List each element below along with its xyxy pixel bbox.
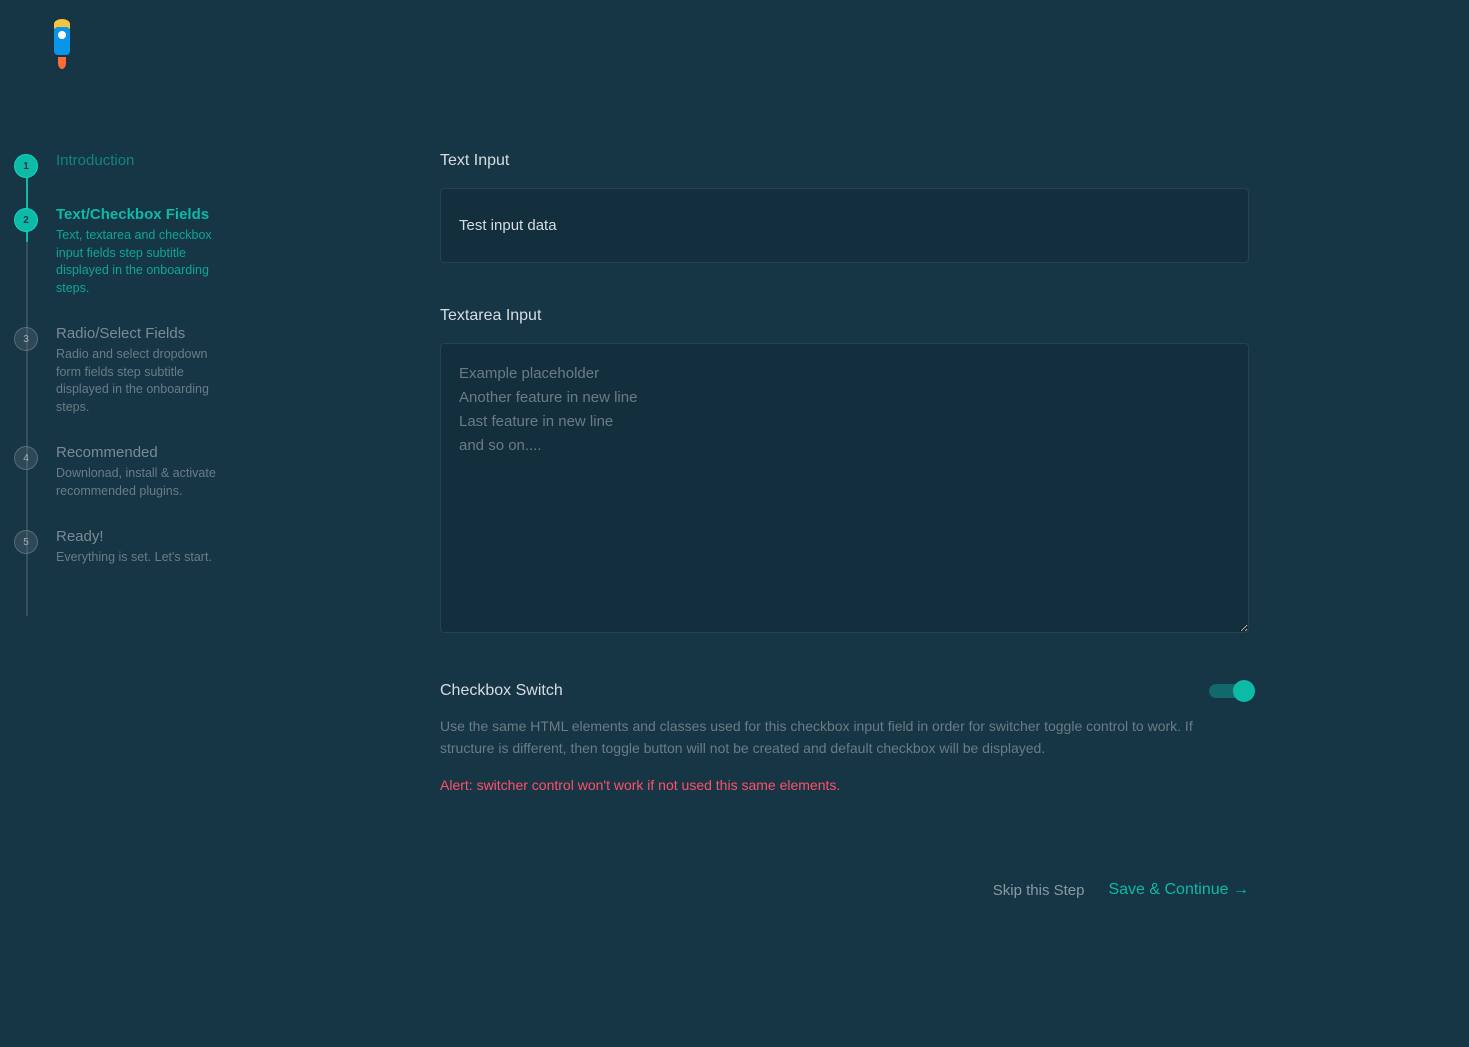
form-footer: Skip this Step Save & Continue →	[440, 881, 1249, 899]
onboarding-steps-sidebar: 1 Introduction 2 Text/Checkbox Fields Te…	[0, 152, 240, 899]
step-subtitle: Radio and select dropdown form fields st…	[56, 346, 216, 416]
checkbox-switch-label: Checkbox Switch	[440, 682, 563, 700]
skip-step-button[interactable]: Skip this Step	[993, 882, 1085, 899]
textarea-input-label: Textarea Input	[440, 307, 1249, 325]
rocket-icon	[50, 19, 74, 69]
step-title: Ready!	[56, 528, 212, 545]
step-number: 2	[14, 208, 38, 232]
step-title: Radio/Select Fields	[56, 325, 216, 342]
app-header	[0, 0, 1469, 88]
step-introduction[interactable]: 1 Introduction	[14, 152, 240, 178]
step-number: 3	[14, 327, 38, 351]
step-number: 4	[14, 446, 38, 470]
step-ready[interactable]: 5 Ready! Everything is set. Let's start.	[14, 528, 240, 567]
save-continue-button[interactable]: Save & Continue →	[1108, 881, 1249, 899]
checkbox-switch-toggle[interactable]	[1209, 684, 1249, 698]
step-title: Introduction	[56, 152, 134, 169]
checkbox-switch-alert: Alert: switcher control won't work if no…	[440, 777, 1249, 793]
step-text-checkbox-fields[interactable]: 2 Text/Checkbox Fields Text, textarea an…	[14, 206, 240, 297]
checkbox-switch-description: Use the same HTML elements and classes u…	[440, 716, 1249, 759]
textarea-input-field[interactable]	[440, 343, 1249, 633]
text-input-field[interactable]	[440, 188, 1249, 263]
text-input-group: Text Input	[440, 152, 1249, 263]
step-subtitle: Downlonad, install & activate recommende…	[56, 465, 216, 500]
step-number: 1	[14, 154, 38, 178]
step-subtitle: Text, textarea and checkbox input fields…	[56, 227, 216, 297]
step-recommended[interactable]: 4 Recommended Downlonad, install & activ…	[14, 444, 240, 500]
text-input-label: Text Input	[440, 152, 1249, 170]
checkbox-switch-group: Checkbox Switch Use the same HTML elemen…	[440, 682, 1249, 793]
step-number: 5	[14, 530, 38, 554]
form-panel: Text Input Textarea Input Checkbox Switc…	[240, 152, 1469, 899]
step-subtitle: Everything is set. Let's start.	[56, 549, 212, 567]
toggle-knob	[1233, 680, 1255, 702]
step-title: Text/Checkbox Fields	[56, 206, 216, 223]
step-title: Recommended	[56, 444, 216, 461]
content-area: 1 Introduction 2 Text/Checkbox Fields Te…	[0, 88, 1469, 899]
textarea-input-group: Textarea Input	[440, 307, 1249, 638]
step-radio-select-fields[interactable]: 3 Radio/Select Fields Radio and select d…	[14, 325, 240, 416]
